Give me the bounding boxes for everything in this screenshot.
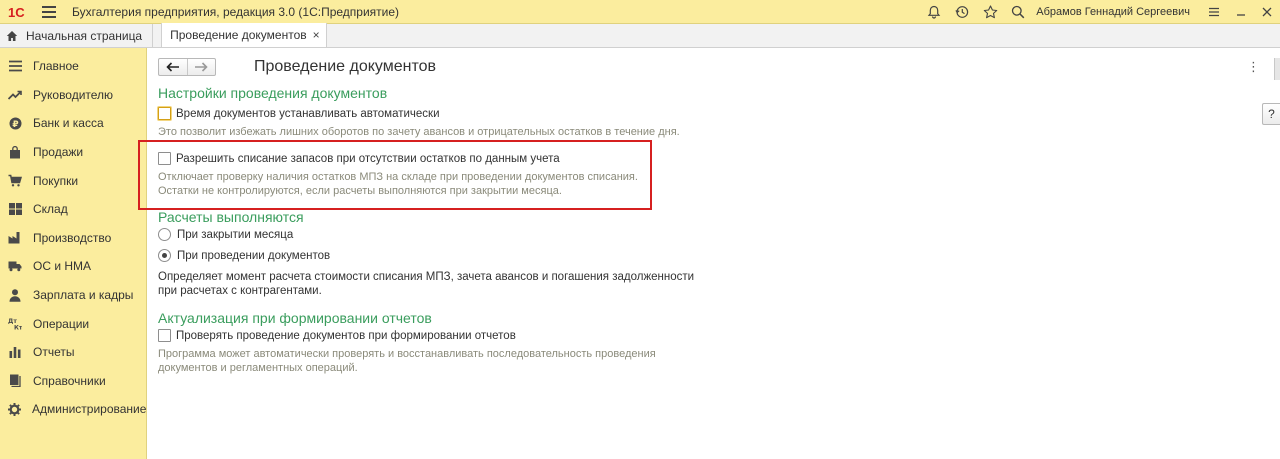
auto-time-label[interactable]: Время документов устанавливать автоматич… <box>176 108 440 120</box>
sidebar-item-label: ОС и НМА <box>33 259 92 274</box>
forward-button[interactable] <box>186 59 216 75</box>
title-bar: 1С Бухгалтерия предприятия, редакция 3.0… <box>0 0 1280 24</box>
sidebar-item-warehouse[interactable]: Склад <box>0 195 146 224</box>
sidebar-item-label: Покупки <box>33 173 79 188</box>
tab-home-label: Начальная страница <box>26 28 143 43</box>
sidebar-item-label: Главное <box>33 59 79 74</box>
auto-time-checkbox[interactable] <box>158 107 171 120</box>
sidebar-item-label: Склад <box>33 202 68 217</box>
ruble-icon: ₽ <box>8 116 22 130</box>
main-panel: Проведение документов ⋮ ? Настройки пров… <box>138 48 1280 459</box>
more-actions-icon[interactable]: ⋮ <box>1247 60 1260 73</box>
section-reports-title: Актуализация при формировании отчетов <box>158 310 432 326</box>
tab-home[interactable]: Начальная страница <box>0 24 154 47</box>
back-button[interactable] <box>159 59 187 75</box>
radio-doc-posting-control[interactable] <box>158 249 171 262</box>
sidebar-item-label: Отчеты <box>33 345 75 360</box>
sidebar-item-purchases[interactable]: Покупки <box>0 166 146 195</box>
check-posting-label[interactable]: Проверять проведение документов при форм… <box>176 330 516 342</box>
radio-month-close-control[interactable] <box>158 228 171 241</box>
highlight-frame <box>138 140 652 210</box>
trend-icon <box>8 88 22 102</box>
sidebar-item-label: Операции <box>33 316 90 331</box>
svg-text:1С: 1С <box>8 5 25 19</box>
1c-logo-icon: 1С <box>8 5 30 19</box>
history-icon[interactable] <box>948 0 976 24</box>
sidebar-item-administration[interactable]: Администрирование <box>0 395 146 424</box>
tab-document-posting-label: Проведение документов <box>170 28 307 42</box>
sidebar-item-bank[interactable]: ₽ Банк и касса <box>0 109 146 138</box>
radio-month-close-label[interactable]: При закрытии месяца <box>177 229 293 241</box>
minimize-icon[interactable] <box>1228 0 1254 24</box>
tab-close-icon[interactable]: × <box>313 28 320 42</box>
check-posting-checkbox[interactable] <box>158 329 171 342</box>
scrollbar[interactable] <box>1274 58 1280 80</box>
sidebar-item-label: Банк и касса <box>33 116 104 131</box>
nav-buttons <box>158 58 216 76</box>
search-icon[interactable] <box>1004 0 1032 24</box>
sidebar-item-production[interactable]: Производство <box>0 224 146 253</box>
svg-text:₽: ₽ <box>12 120 18 130</box>
sidebar-item-label: Зарплата и кадры <box>33 288 134 303</box>
bell-icon[interactable] <box>920 0 948 24</box>
dt-kt-icon: Дт Кт <box>8 317 22 331</box>
sidebar-item-label: Производство <box>33 230 112 245</box>
bag-icon <box>8 145 22 159</box>
check-posting-note-2: документов и регламентных операций. <box>158 362 358 374</box>
sidebar-item-label: Продажи <box>33 145 84 160</box>
help-button[interactable]: ? <box>1262 103 1280 125</box>
sidebar-item-assets[interactable]: ОС и НМА <box>0 252 146 281</box>
check-posting-option[interactable]: Проверять проведение документов при форм… <box>158 329 516 342</box>
star-icon[interactable] <box>976 0 1004 24</box>
tab-bar: Начальная страница Проведение документов… <box>0 23 1280 48</box>
check-posting-note-1: Программа может автоматически проверять … <box>158 348 656 360</box>
home-icon <box>6 30 18 42</box>
sidebar-item-label: Руководителю <box>33 87 114 102</box>
cart-icon <box>8 174 22 188</box>
radio-doc-posting-label[interactable]: При проведении документов <box>177 250 330 262</box>
settings-icon[interactable] <box>1200 0 1228 24</box>
sidebar-item-label: Справочники <box>33 373 106 388</box>
close-icon[interactable] <box>1254 0 1280 24</box>
arrow-right-icon <box>195 62 208 72</box>
svg-text:Кт: Кт <box>14 325 22 331</box>
calc-desc-2: при расчетах с контрагентами. <box>158 285 322 297</box>
radio-month-close[interactable]: При закрытии месяца <box>158 228 293 241</box>
auto-time-note: Это позволит избежать лишних оборотов по… <box>158 126 680 138</box>
arrow-left-icon <box>166 62 179 72</box>
gear-icon <box>8 402 21 416</box>
person-icon <box>8 288 22 302</box>
user-name[interactable]: Абрамов Геннадий Сергеевич <box>1036 6 1190 18</box>
section-posting-settings-title: Настройки проведения документов <box>158 85 388 101</box>
sidebar-item-reports[interactable]: Отчеты <box>0 338 146 367</box>
bar-chart-icon <box>8 345 22 359</box>
books-icon <box>8 374 22 388</box>
truck-icon <box>8 259 22 273</box>
tab-document-posting[interactable]: Проведение документов × <box>161 23 327 47</box>
sidebar-item-sales[interactable]: Продажи <box>0 138 146 167</box>
calc-desc-1: Определяет момент расчета стоимости спис… <box>158 271 695 283</box>
sidebar: Главное Руководителю ₽ Банк и касса Прод… <box>0 48 147 459</box>
radio-doc-posting[interactable]: При проведении документов <box>158 249 330 262</box>
sidebar-item-operations[interactable]: Дт Кт Операции <box>0 309 146 338</box>
auto-time-option[interactable]: Время документов устанавливать автоматич… <box>158 107 440 120</box>
menu-icon <box>8 59 22 73</box>
section-calculations-title: Расчеты выполняются <box>158 209 304 225</box>
menu-icon[interactable] <box>42 5 56 18</box>
sidebar-item-main[interactable]: Главное <box>0 52 146 81</box>
app-title: Бухгалтерия предприятия, редакция 3.0 (1… <box>72 4 400 19</box>
page-title: Проведение документов <box>254 58 437 75</box>
sidebar-item-salary[interactable]: Зарплата и кадры <box>0 281 146 310</box>
sidebar-item-label: Администрирование <box>32 402 147 417</box>
grid-icon <box>8 202 22 216</box>
sidebar-item-manager[interactable]: Руководителю <box>0 81 146 110</box>
factory-icon <box>8 231 22 245</box>
sidebar-item-catalogs[interactable]: Справочники <box>0 367 146 396</box>
